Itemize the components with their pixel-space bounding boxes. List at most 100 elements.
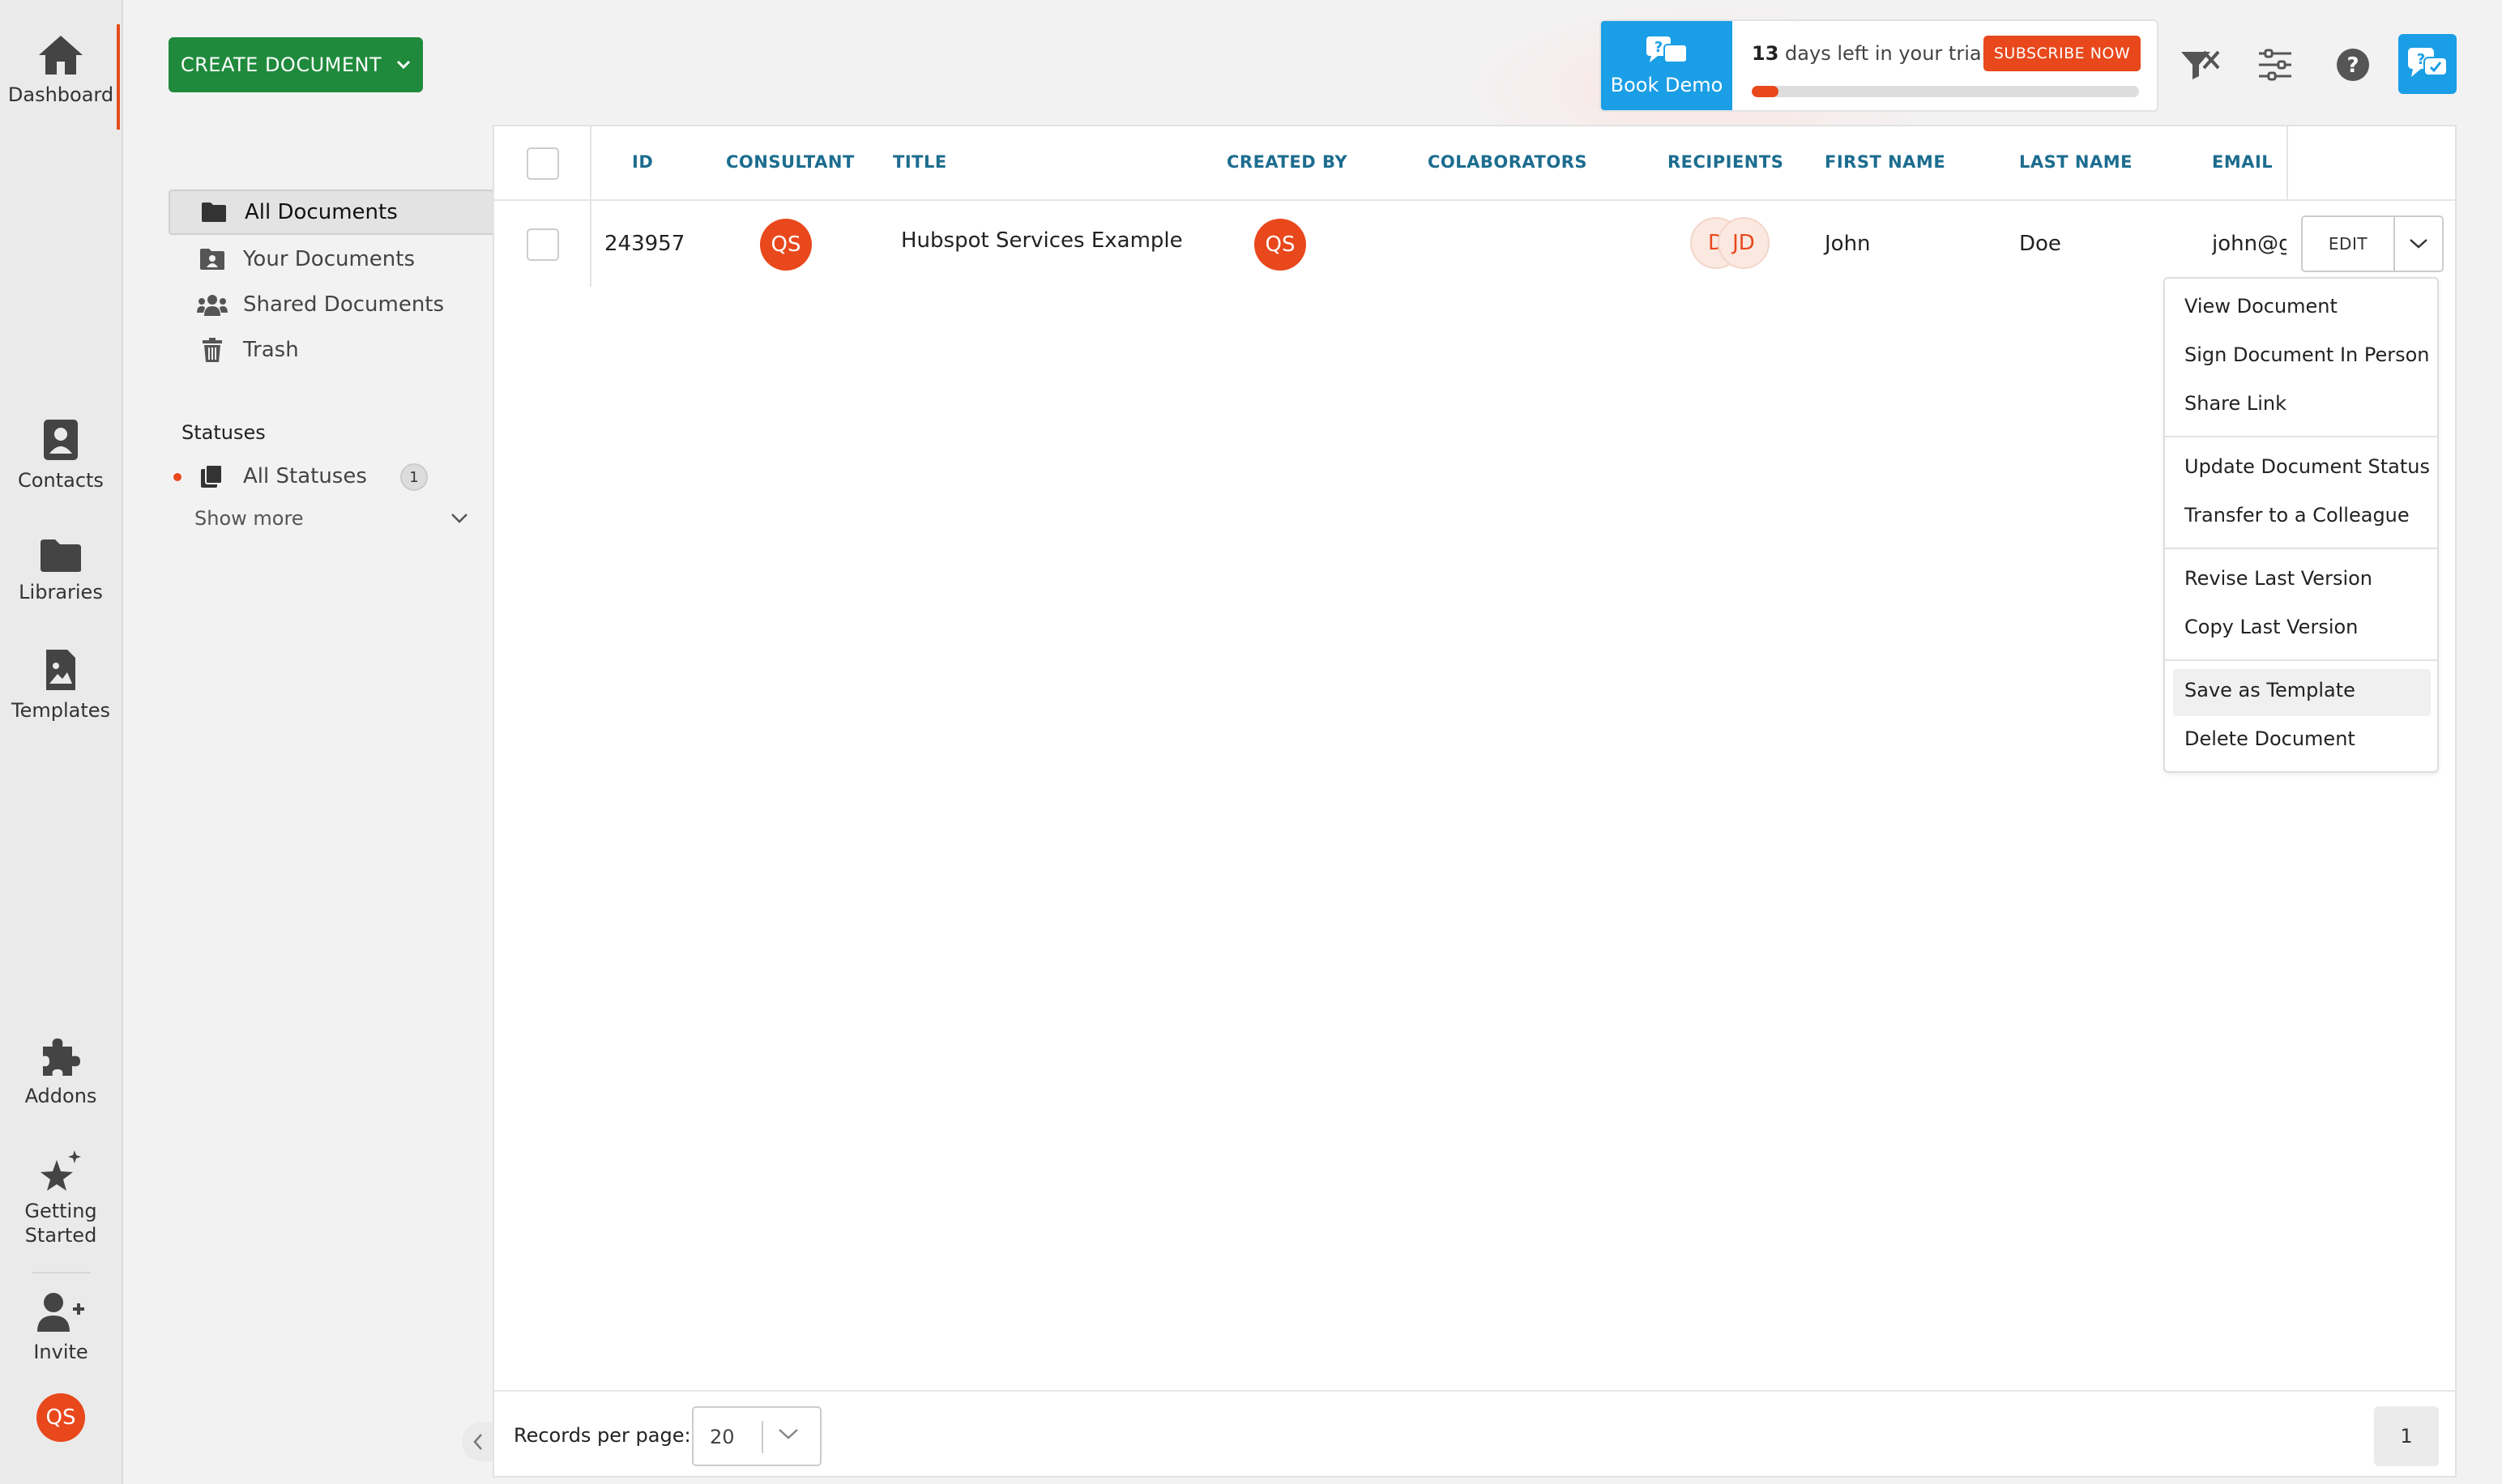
folder-icon xyxy=(202,203,226,222)
rail-item-contacts[interactable]: Contacts xyxy=(0,418,122,493)
sidebar-collapse-button[interactable] xyxy=(462,1422,494,1461)
trial-progress-bar xyxy=(1752,86,2139,97)
chevron-left-icon xyxy=(473,1434,482,1450)
chevron-down-icon xyxy=(397,60,411,70)
create-document-button[interactable]: CREATE DOCUMENT xyxy=(169,37,423,92)
rail-item-getting-started[interactable]: Getting Started xyxy=(0,1149,122,1247)
sidebar-item-your-documents[interactable]: Your Documents xyxy=(169,237,496,282)
chevron-down-icon xyxy=(2410,239,2427,249)
rail-item-dashboard[interactable]: Dashboard xyxy=(0,34,122,107)
book-demo-button[interactable]: ? Book Demo xyxy=(1601,21,1732,110)
sidebar-item-label: All Statuses xyxy=(243,464,367,488)
cell-last-name: Doe xyxy=(2019,232,2061,256)
sidebar-item-shared-documents[interactable]: Shared Documents xyxy=(169,282,496,327)
rail-item-addons[interactable]: Addons xyxy=(0,1035,122,1108)
table-footer: Records per page: 20 1 xyxy=(494,1390,2455,1478)
rail-label: Invite xyxy=(33,1341,88,1363)
subscribe-now-button[interactable]: SUBSCRIBE NOW xyxy=(1983,36,2141,71)
sparkle-star-icon xyxy=(41,1150,81,1191)
sidebar-item-label: Trash xyxy=(243,338,299,362)
contacts-icon xyxy=(44,420,78,460)
puzzle-icon xyxy=(43,1038,80,1076)
column-header-email[interactable]: EMAIL xyxy=(2212,152,2273,172)
cell-email: john@g xyxy=(2212,232,2286,256)
edit-button[interactable]: EDIT xyxy=(2303,217,2395,271)
svg-text:?: ? xyxy=(2346,53,2359,78)
sidebar-item-label: All Documents xyxy=(245,200,398,224)
sidebar-item-all-documents[interactable]: All Documents xyxy=(169,190,496,235)
records-per-page-value: 20 xyxy=(710,1426,735,1448)
svg-text:?: ? xyxy=(2417,51,2425,68)
menu-item-update-status[interactable]: Update Document Status xyxy=(2184,455,2430,478)
menu-item-revise-last-version[interactable]: Revise Last Version xyxy=(2184,567,2372,590)
select-divider xyxy=(762,1421,763,1453)
documents-stack-icon xyxy=(201,464,223,488)
menu-item-transfer-colleague[interactable]: Transfer to a Colleague xyxy=(2184,504,2410,527)
rail-item-invite[interactable]: Invite xyxy=(0,1291,122,1364)
sidebar-item-label: Your Documents xyxy=(243,247,416,271)
rail-item-templates[interactable]: Templates xyxy=(0,648,122,723)
home-icon xyxy=(39,36,83,75)
avatar: QS xyxy=(36,1393,85,1442)
cell-first-name: John xyxy=(1825,232,1871,256)
filter-button[interactable] xyxy=(2178,36,2223,94)
recipient-chip: JD xyxy=(1718,217,1770,269)
column-header-last-name[interactable]: LAST NAME xyxy=(2019,152,2133,172)
sidebar-item-trash[interactable]: Trash xyxy=(169,327,496,373)
chat-question-icon: ? xyxy=(1646,36,1688,63)
chat-support-icon: ? xyxy=(2408,48,2448,77)
users-icon xyxy=(197,295,228,316)
menu-divider xyxy=(2165,548,2437,549)
records-per-page-select[interactable]: 20 xyxy=(692,1406,822,1466)
column-header-recipients[interactable]: RECIPIENTS xyxy=(1667,152,1783,172)
cell-id: 243957 xyxy=(604,232,685,256)
menu-item-delete-document[interactable]: Delete Document xyxy=(2184,727,2355,750)
menu-divider xyxy=(2165,659,2437,661)
chevron-down-icon xyxy=(779,1429,798,1439)
rail-label: Addons xyxy=(24,1085,97,1107)
menu-item-sign-in-person[interactable]: Sign Document In Person xyxy=(2184,343,2430,366)
column-header-colaborators[interactable]: COLABORATORS xyxy=(1428,152,1587,172)
menu-item-view-document[interactable]: View Document xyxy=(2184,295,2338,318)
menu-item-save-as-template[interactable]: Save as Template xyxy=(2184,679,2355,701)
row-checkbox[interactable] xyxy=(527,228,559,261)
created-by-avatar: QS xyxy=(1254,219,1306,271)
help-button[interactable]: ? xyxy=(2330,36,2376,94)
rail-item-libraries[interactable]: Libraries xyxy=(0,538,122,604)
records-per-page-label: Records per page: xyxy=(514,1424,691,1447)
trial-banner: ? Book Demo 13 days left in your trial S… xyxy=(1599,19,2158,112)
nav-rail: Dashboard Contacts Libraries Templates A… xyxy=(0,0,123,1484)
consultant-avatar: QS xyxy=(760,219,812,271)
column-header-first-name[interactable]: FIRST NAME xyxy=(1825,152,1945,172)
template-icon xyxy=(46,650,75,690)
documents-table: ID CONSULTANT TITLE CREATED BY COLABORAT… xyxy=(493,125,2457,1478)
svg-text:?: ? xyxy=(1654,39,1663,56)
rail-user-avatar[interactable]: QS xyxy=(0,1393,122,1442)
menu-item-copy-last-version[interactable]: Copy Last Version xyxy=(2184,616,2358,638)
create-document-label: CREATE DOCUMENT xyxy=(180,53,382,76)
book-demo-label: Book Demo xyxy=(1610,74,1723,96)
rail-label: Contacts xyxy=(18,469,104,492)
sidebar-item-label: Shared Documents xyxy=(243,292,445,317)
column-header-consultant[interactable]: CONSULTANT xyxy=(726,152,855,172)
trash-icon xyxy=(203,338,222,362)
chat-support-button[interactable]: ? xyxy=(2398,34,2457,94)
table-row[interactable]: 243957 QS Hubspot Services Example QS D … xyxy=(494,203,2455,287)
sliders-icon xyxy=(2259,49,2291,81)
trial-text: 13 days left in your trial xyxy=(1752,42,1987,65)
sidebar-item-all-statuses[interactable]: All Statuses xyxy=(169,454,496,499)
settings-sliders-button[interactable] xyxy=(2252,36,2298,94)
chevron-down-icon xyxy=(451,514,468,523)
rail-divider xyxy=(32,1272,91,1273)
show-more-link[interactable]: Show more xyxy=(194,507,304,530)
select-all-checkbox[interactable] xyxy=(527,147,559,180)
column-header-created-by[interactable]: CREATED BY xyxy=(1227,152,1347,172)
status-count-badge: 1 xyxy=(400,463,428,491)
cell-title[interactable]: Hubspot Services Example xyxy=(901,228,1183,253)
column-header-title[interactable]: TITLE xyxy=(893,152,947,172)
pagination-page-button[interactable]: 1 xyxy=(2374,1406,2439,1466)
menu-item-share-link[interactable]: Share Link xyxy=(2184,392,2286,415)
actions-dropdown-toggle[interactable] xyxy=(2395,217,2442,271)
show-more-toggle[interactable] xyxy=(450,512,468,527)
column-header-id[interactable]: ID xyxy=(632,152,653,172)
